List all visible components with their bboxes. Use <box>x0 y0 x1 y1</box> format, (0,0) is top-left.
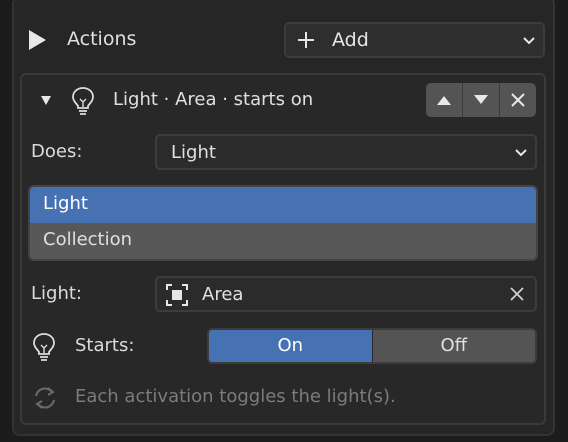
hint-text: Each activation toggles the light(s). <box>75 386 396 407</box>
chevron-down-icon <box>515 149 527 157</box>
chevron-down-icon <box>523 37 535 45</box>
light-label: Light: <box>31 283 82 304</box>
actions-heading: Actions <box>67 28 137 50</box>
disclosure-triangle-icon[interactable] <box>40 94 52 106</box>
reorder-controls <box>426 83 536 117</box>
lightbulb-icon <box>33 333 55 361</box>
light-value: Area <box>202 284 244 305</box>
close-icon <box>511 93 525 107</box>
option-label: Light <box>43 193 88 214</box>
remove-button[interactable] <box>500 83 536 117</box>
move-down-button[interactable] <box>463 83 500 117</box>
starts-off-button[interactable]: Off <box>372 330 535 362</box>
lightbulb-icon <box>72 87 94 115</box>
item-title: Light · Area · starts on <box>113 89 314 110</box>
arrow-down-icon <box>474 95 488 104</box>
does-value: Light <box>171 142 216 163</box>
does-options-list: Light Collection <box>28 185 538 261</box>
starts-toggle: On Off <box>207 328 537 364</box>
plus-icon <box>298 32 314 48</box>
play-icon[interactable] <box>26 28 48 52</box>
option-light[interactable]: Light <box>30 187 536 223</box>
add-button-label: Add <box>332 29 369 51</box>
does-dropdown[interactable]: Light <box>155 134 537 170</box>
does-label: Does: <box>31 141 83 162</box>
object-select-icon <box>166 284 188 306</box>
starts-on-button[interactable]: On <box>209 330 373 362</box>
close-icon[interactable] <box>509 286 525 302</box>
option-collection[interactable]: Collection <box>30 223 536 259</box>
add-action-button[interactable]: Add <box>284 22 545 58</box>
arrow-up-icon <box>437 96 451 105</box>
option-label: Collection <box>43 229 133 250</box>
refresh-icon <box>35 387 55 409</box>
move-up-button[interactable] <box>426 83 463 117</box>
starts-label: Starts: <box>75 335 135 356</box>
light-object-field[interactable]: Area <box>155 276 537 312</box>
